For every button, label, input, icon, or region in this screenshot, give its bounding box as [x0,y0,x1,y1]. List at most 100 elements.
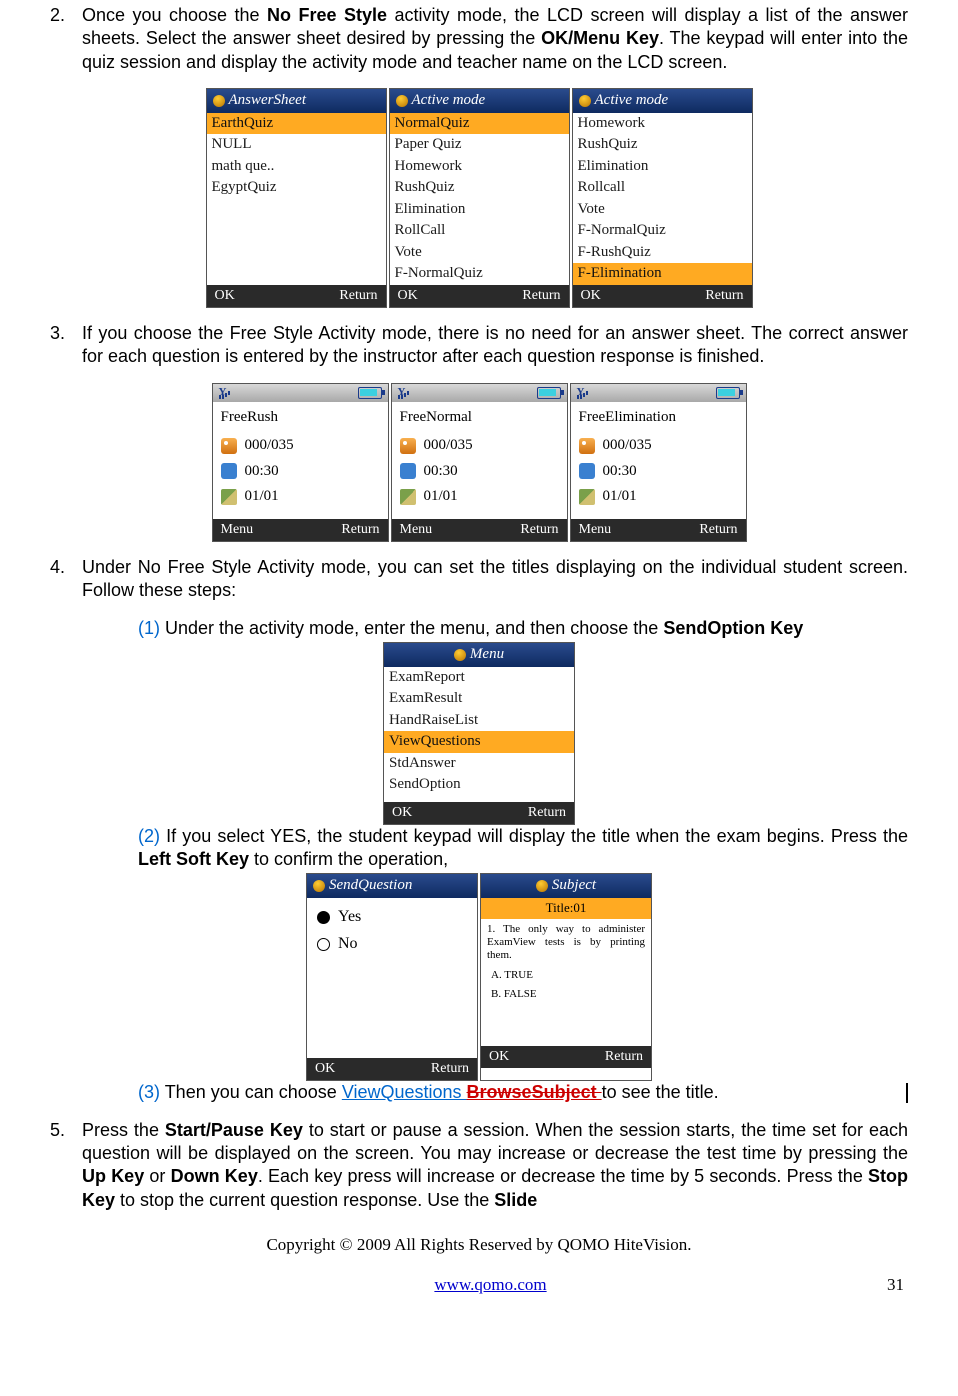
softkey-return[interactable]: Return [339,287,377,305]
signal-icon: Y [577,387,593,399]
mode-title: FreeNormal [400,408,559,428]
count-row: 000/035 [400,433,559,459]
lcd-statusbar: Y [392,384,567,402]
lcd-freeelimination: Y FreeElimination 000/035 00:30 01/01 Me… [570,383,747,542]
list-row-selected[interactable]: F-Elimination [573,263,752,285]
softkey-return[interactable]: Return [520,521,558,539]
lcd-statusbar: Y [571,384,746,402]
list-row[interactable]: StdAnswer [384,753,574,775]
list-row[interactable]: math que.. [207,156,386,178]
softkey-return[interactable]: Return [605,1048,643,1066]
time-value: 00:30 [424,462,458,482]
lcd-title: AnswerSheet [229,91,306,111]
softkey-ok[interactable]: OK [315,1060,335,1078]
list-row-selected[interactable]: ViewQuestions [384,731,574,753]
url-link[interactable]: www.qomo.com [434,1274,546,1296]
list-row[interactable]: Elimination [573,156,752,178]
list-row[interactable]: RollCall [390,220,569,242]
softkey-return[interactable]: Return [699,521,737,539]
list-row[interactable]: F-RushQuiz [573,242,752,264]
lcd-title: Subject [552,876,596,896]
softkey-return[interactable]: Return [528,804,566,822]
question-text: 1. The only way to administer ExamView t… [481,919,651,967]
lcd-statusbar: Y [213,384,388,402]
list-item-2: 2. Once you choose the No Free Style act… [50,4,908,74]
question-value: 01/01 [603,487,637,507]
softkey-menu[interactable]: Menu [221,521,254,539]
count-row: 000/035 [221,433,380,459]
softkey-ok[interactable]: OK [398,287,418,305]
option-yes[interactable]: Yes [315,904,469,931]
link-viewquestions[interactable]: ViewQuestions [342,1082,467,1102]
count-value: 000/035 [245,436,294,456]
text: Then you can choose [165,1082,342,1102]
list-row[interactable]: RushQuiz [390,177,569,199]
list-row[interactable]: Rollcall [573,177,752,199]
text: Press the [82,1120,165,1140]
option-no[interactable]: No [315,931,469,958]
softkey-menu[interactable]: Menu [579,521,612,539]
lcd-subject: Subject Title:01 1. The only way to admi… [480,873,652,1081]
softkey-return[interactable]: Return [431,1060,469,1078]
bold-term: Up Key [82,1166,144,1186]
app-icon [213,95,225,107]
app-icon [536,880,548,892]
copyright: Copyright © 2009 All Rights Reserved by … [50,1234,908,1256]
lcd-footer: OK Return [481,1046,651,1068]
bold-term: Start/Pause Key [165,1120,303,1140]
bold-term: No Free Style [267,5,387,25]
revision-bar-icon [906,1083,908,1103]
list-row[interactable]: Vote [573,199,752,221]
page-footer: www.qomo.com 31 [50,1274,908,1296]
lcd-footer: OK Return [390,285,569,307]
lcd-sendquestion: SendQuestion Yes No OKReturn [306,873,478,1081]
lcd-footer: Menu Return [213,519,388,541]
list-row[interactable]: F-NormalQuiz [573,220,752,242]
sub-number: (3) [138,1082,165,1102]
softkey-menu[interactable]: Menu [400,521,433,539]
text: to stop the current question response. U… [115,1190,494,1210]
question-row: 01/01 [400,484,559,510]
softkey-return[interactable]: Return [341,521,379,539]
list-row[interactable]: Vote [390,242,569,264]
users-icon [221,438,237,454]
option-b: B. FALSE [481,985,651,1003]
lcd-body: FreeElimination 000/035 00:30 01/01 [571,402,746,519]
softkey-return[interactable]: Return [522,287,560,305]
list-row[interactable]: Homework [390,156,569,178]
question-row: 01/01 [221,484,380,510]
list-row[interactable]: Homework [573,113,752,135]
list-row-selected[interactable]: NormalQuiz [390,113,569,135]
app-icon [454,649,466,661]
lcd-answersheet: AnswerSheet EarthQuiz NULL math que.. Eg… [206,88,387,308]
softkey-ok[interactable]: OK [215,287,235,305]
lcd-row-answersheet: AnswerSheet EarthQuiz NULL math que.. Eg… [50,88,908,308]
list-row[interactable]: HandRaiseList [384,710,574,732]
question-value: 01/01 [424,487,458,507]
list-row[interactable]: F-NormalQuiz [390,263,569,285]
softkey-ok[interactable]: OK [581,287,601,305]
list-row[interactable]: ExamReport [384,667,574,689]
list-row[interactable]: EgyptQuiz [207,177,386,199]
list-row[interactable]: NULL [207,134,386,156]
lcd-footer: OK Return [384,802,574,824]
lcd-titlebar: Active mode [390,89,569,113]
radio-icon [317,938,330,951]
list-row[interactable]: Elimination [390,199,569,221]
list-row[interactable]: RushQuiz [573,134,752,156]
list-row-selected[interactable]: EarthQuiz [207,113,386,135]
list-row[interactable]: Paper Quiz [390,134,569,156]
question-row: 01/01 [579,484,738,510]
signal-icon: Y [398,387,414,399]
list-row[interactable]: SendOption [384,774,574,796]
page-number: 31 [887,1274,904,1296]
softkey-return[interactable]: Return [705,287,743,305]
list-row[interactable]: ExamResult [384,688,574,710]
count-value: 000/035 [603,436,652,456]
lcd-title: Active mode [412,91,486,111]
softkey-ok[interactable]: OK [489,1048,509,1066]
list-item-3: 3. If you choose the Free Style Activity… [50,322,908,369]
bold-term: Left Soft Key [138,849,249,869]
softkey-ok[interactable]: OK [392,804,412,822]
lcd-titlebar: Menu [384,643,574,667]
